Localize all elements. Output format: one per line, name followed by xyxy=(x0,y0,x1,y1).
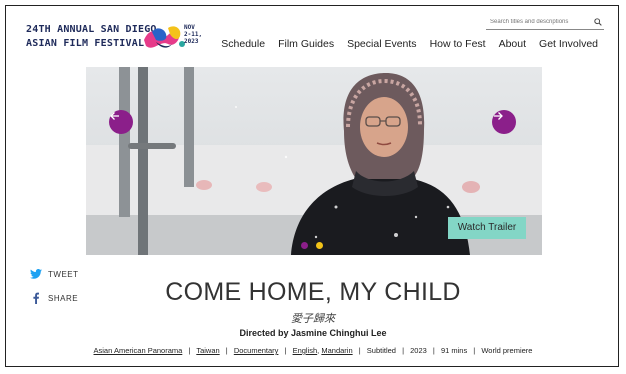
carousel-prev-button[interactable] xyxy=(109,110,133,134)
nav-item-special-events[interactable]: Special Events xyxy=(347,38,416,50)
logo-dates: NOV 2-11, 2023 xyxy=(184,24,214,45)
page-frame: 24TH ANNUAL SAN DIEGO ASIAN FILM FESTIVA… xyxy=(5,5,619,367)
meta-separator: | xyxy=(225,346,228,355)
meta-separator: | xyxy=(432,346,435,355)
search-box xyxy=(486,15,604,30)
logo-dates-year: 2023 xyxy=(184,38,199,45)
meta-language-link-mandarin[interactable]: Mandarin xyxy=(321,346,352,355)
meta-program-link[interactable]: Asian American Panorama xyxy=(94,346,183,355)
film-meta: Asian American Panorama | Taiwan | Docum… xyxy=(6,346,618,355)
meta-premiere: World premiere xyxy=(481,346,533,355)
meta-separator: | xyxy=(188,346,191,355)
meta-separator: | xyxy=(473,346,476,355)
meta-country-link[interactable]: Taiwan xyxy=(196,346,219,355)
nav-item-get-involved[interactable]: Get Involved xyxy=(539,38,598,50)
logo-art-icon xyxy=(144,26,185,48)
logo-line-2: ASIAN FILM FESTIVAL xyxy=(26,38,145,49)
meta-runtime: 91 mins xyxy=(440,346,468,355)
carousel-dot-2[interactable] xyxy=(316,242,323,249)
meta-subtitled: Subtitled xyxy=(366,346,396,355)
film-title: COME HOME, MY CHILD xyxy=(165,278,461,306)
meta-separator: | xyxy=(284,346,287,355)
arrow-right-icon xyxy=(494,112,503,120)
arrow-left-icon xyxy=(110,112,119,120)
carousel-dot-1[interactable] xyxy=(301,242,308,249)
carousel-dots xyxy=(301,242,323,249)
meta-genre-link[interactable]: Documentary xyxy=(234,346,279,355)
meta-separator: | xyxy=(402,346,405,355)
watch-trailer-button[interactable]: Watch Trailer xyxy=(448,217,526,239)
meta-comma: , xyxy=(317,346,320,355)
search-input[interactable] xyxy=(486,19,588,25)
nav-item-about[interactable]: About xyxy=(499,38,526,50)
hero-carousel: Watch Trailer xyxy=(86,67,542,255)
meta-language-link-english[interactable]: English xyxy=(293,346,318,355)
logo-dates-month: NOV xyxy=(184,24,195,31)
festival-logo[interactable]: 24TH ANNUAL SAN DIEGO ASIAN FILM FESTIVA… xyxy=(26,22,216,58)
film-original-title: 愛子歸來 xyxy=(291,312,335,325)
nav-item-how-to-fest[interactable]: How to Fest xyxy=(430,38,486,50)
main-nav: Schedule Film Guides Special Events How … xyxy=(221,38,598,50)
meta-year: 2023 xyxy=(410,346,427,355)
nav-item-schedule[interactable]: Schedule xyxy=(221,38,265,50)
meta-separator: | xyxy=(358,346,361,355)
logo-dates-days: 2-11, xyxy=(184,31,203,38)
film-director: Directed by Jasmine Chinghui Lee xyxy=(239,328,387,338)
nav-item-film-guides[interactable]: Film Guides xyxy=(278,38,334,50)
logo-line-1: 24TH ANNUAL SAN DIEGO xyxy=(26,24,157,35)
carousel-next-button[interactable] xyxy=(492,110,516,134)
search-icon[interactable] xyxy=(594,18,602,26)
